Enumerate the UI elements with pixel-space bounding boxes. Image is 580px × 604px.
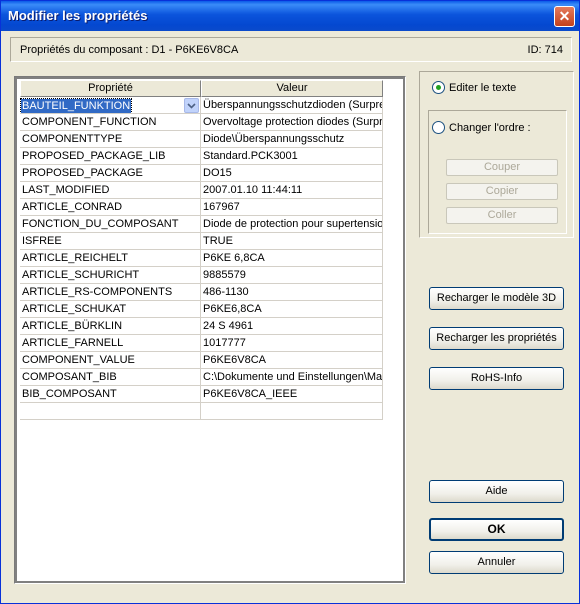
reload-3d-model-button[interactable]: Recharger le modèle 3D — [429, 287, 564, 310]
component-label: Propriétés du composant : D1 - P6KE6V8CA — [20, 44, 239, 56]
cancel-button[interactable]: Annuler — [429, 551, 564, 574]
selected-property-label: BAUTEIL_FUNKTION — [20, 98, 133, 113]
property-name-cell[interactable]: FONCTION_DU_COMPOSANT — [20, 216, 201, 233]
property-name-cell[interactable]: COMPOSANT_BIB — [20, 369, 201, 386]
table-row[interactable]: ARTICLE_RS-COMPONENTS 486-1130 — [20, 284, 383, 301]
property-value-cell[interactable]: 486-1130 — [201, 284, 383, 301]
column-header-property[interactable]: Propriété — [20, 80, 201, 97]
table-row[interactable]: ARTICLE_CONRAD 167967 — [20, 199, 383, 216]
component-info-bar: Propriétés du composant : D1 - P6KE6V8CA… — [10, 37, 572, 62]
table-row[interactable]: BIB_COMPOSANT P6KE6V8CA_IEEE — [20, 386, 383, 403]
property-name-cell[interactable]: ARTICLE_SCHURICHT — [20, 267, 201, 284]
property-name-cell[interactable]: BIB_COMPOSANT — [20, 386, 201, 403]
property-name-cell[interactable] — [20, 403, 201, 420]
table-row[interactable]: COMPONENT_VALUE P6KE6V8CA — [20, 352, 383, 369]
title-bar[interactable]: Modifier les propriétés ✕ — [1, 1, 579, 31]
copy-button[interactable]: Copier — [446, 183, 558, 200]
table-row[interactable]: COMPONENTTYPE Diode\Überspannungsschutz — [20, 131, 383, 148]
property-value-cell[interactable]: Diode\Überspannungsschutz — [201, 131, 383, 148]
ok-button[interactable]: OK — [429, 518, 564, 541]
edit-mode-group: Editer le texte Changer l'ordre : Couper… — [419, 71, 574, 238]
property-value-cell[interactable]: Diode de protection pour supertension — [201, 216, 383, 233]
property-name-cell[interactable]: ISFREE — [20, 233, 201, 250]
table-row[interactable]: BAUTEIL_FUNKTION Überspannungsschutzdiode… — [20, 97, 383, 114]
property-value-cell[interactable]: P6KE6V8CA_IEEE — [201, 386, 383, 403]
rohs-info-button[interactable]: RoHS-Info — [429, 367, 564, 390]
table-row[interactable]: ISFREE TRUE — [20, 233, 383, 250]
table-row[interactable]: FONCTION_DU_COMPOSANT Diode de protection… — [20, 216, 383, 233]
property-name-cell[interactable]: ARTICLE_RS-COMPONENTS — [20, 284, 201, 301]
close-button[interactable]: ✕ — [554, 6, 575, 27]
property-name-cell[interactable]: COMPONENTTYPE — [20, 131, 201, 148]
table-row[interactable] — [20, 403, 383, 420]
table-row[interactable]: ARTICLE_REICHELT P6KE 6,8CA — [20, 250, 383, 267]
table-row[interactable]: LAST_MODIFIED 2007.01.10 11:44:11 — [20, 182, 383, 199]
property-value-cell[interactable]: 24 S 4961 — [201, 318, 383, 335]
property-name-cell[interactable]: ARTICLE_SCHUKAT — [20, 301, 201, 318]
property-name-cell[interactable]: PROPOSED_PACKAGE_LIB — [20, 148, 201, 165]
property-value-cell[interactable]: 2007.01.10 11:44:11 — [201, 182, 383, 199]
property-value-cell[interactable]: 1017777 — [201, 335, 383, 352]
property-value-cell[interactable]: Overvoltage protection diodes (Surpres — [201, 114, 383, 131]
property-value-cell[interactable]: P6KE6V8CA — [201, 352, 383, 369]
column-header-value[interactable]: Valeur — [201, 80, 383, 97]
cut-button[interactable]: Couper — [446, 159, 558, 176]
property-value-cell[interactable]: Überspannungsschutzdioden (Surpresso — [201, 97, 383, 114]
order-actions-group: Couper Copier Coller — [428, 110, 567, 234]
property-value-cell[interactable]: 9885579 — [201, 267, 383, 284]
property-name-cell[interactable]: COMPONENT_VALUE — [20, 352, 201, 369]
property-value-cell[interactable]: DO15 — [201, 165, 383, 182]
close-icon: ✕ — [558, 8, 571, 24]
grid-body: BAUTEIL_FUNKTION Überspannungsschutzdiode… — [20, 97, 383, 420]
property-value-cell[interactable] — [201, 403, 383, 420]
edit-text-option[interactable]: Editer le texte — [432, 81, 516, 94]
property-value-cell[interactable]: C:\Dokumente und Einstellungen\Ma — [201, 369, 383, 386]
table-row[interactable]: COMPONENT_FUNCTION Overvoltage protection… — [20, 114, 383, 131]
table-row[interactable]: PROPOSED_PACKAGE DO15 — [20, 165, 383, 182]
chevron-down-icon — [187, 102, 196, 109]
property-name-cell[interactable]: COMPONENT_FUNCTION — [20, 114, 201, 131]
edit-text-label: Editer le texte — [449, 81, 517, 94]
property-value-cell[interactable]: Standard.PCK3001 — [201, 148, 383, 165]
property-value-cell[interactable]: P6KE6,8CA — [201, 301, 383, 318]
property-value-cell[interactable]: P6KE 6,8CA — [201, 250, 383, 267]
edit-text-radio[interactable] — [432, 81, 445, 94]
component-id: ID: 714 — [527, 44, 563, 56]
property-grid: Propriété Valeur BAUTEIL_FUNKTION Überspa… — [14, 76, 406, 584]
window-title: Modifier les propriétés — [8, 8, 148, 23]
paste-button[interactable]: Coller — [446, 207, 558, 224]
property-name-cell[interactable]: PROPOSED_PACKAGE — [20, 165, 201, 182]
property-value-cell[interactable]: 167967 — [201, 199, 383, 216]
property-name-cell[interactable]: ARTICLE_BÜRKLIN — [20, 318, 201, 335]
property-name-cell[interactable]: ARTICLE_REICHELT — [20, 250, 201, 267]
property-grid-viewport[interactable]: Propriété Valeur BAUTEIL_FUNKTION Überspa… — [17, 79, 403, 581]
table-row[interactable]: ARTICLE_SCHURICHT 9885579 — [20, 267, 383, 284]
help-button[interactable]: Aide — [429, 480, 564, 503]
table-row[interactable]: COMPOSANT_BIB C:\Dokumente und Einstellun… — [20, 369, 383, 386]
property-name-cell[interactable]: ARTICLE_CONRAD — [20, 199, 201, 216]
table-row[interactable]: ARTICLE_BÜRKLIN 24 S 4961 — [20, 318, 383, 335]
property-name-cell[interactable]: LAST_MODIFIED — [20, 182, 201, 199]
property-value-cell[interactable]: TRUE — [201, 233, 383, 250]
table-row[interactable]: ARTICLE_SCHUKAT P6KE6,8CA — [20, 301, 383, 318]
property-name-cell[interactable]: BAUTEIL_FUNKTION — [20, 97, 201, 114]
table-row[interactable]: ARTICLE_FARNELL 1017777 — [20, 335, 383, 352]
grid-header: Propriété Valeur — [20, 80, 383, 97]
property-dropdown-button[interactable] — [184, 98, 199, 113]
property-name-cell[interactable]: ARTICLE_FARNELL — [20, 335, 201, 352]
properties-dialog: Modifier les propriétés ✕ Propriétés du … — [0, 0, 580, 604]
reload-properties-button[interactable]: Recharger les propriétés — [429, 327, 564, 350]
table-row[interactable]: PROPOSED_PACKAGE_LIB Standard.PCK3001 — [20, 148, 383, 165]
